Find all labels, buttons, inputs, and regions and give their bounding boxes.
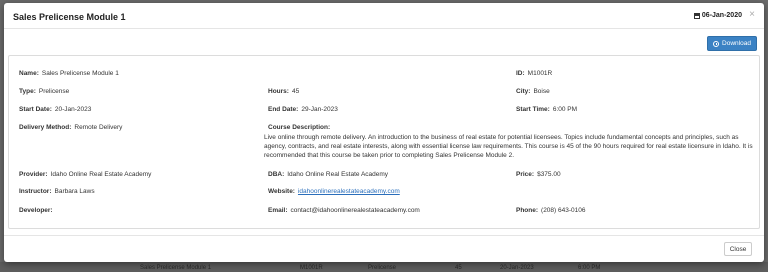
field-id-value: M1001R (527, 70, 553, 77)
field-end-date-value: 29-Jan-2023 (301, 106, 338, 113)
field-instructor-value: Barbara Laws (54, 188, 95, 195)
field-start-time: Start Time: 6:00 PM (516, 106, 577, 113)
field-phone-label: Phone: (516, 207, 539, 214)
download-icon (713, 40, 720, 47)
background-table-row: Sales Prelicense Module 1 M1001R Prelice… (0, 262, 768, 272)
website-link[interactable]: idahoonlinerealestateacademy.com (298, 188, 400, 195)
field-type: Type: Prelicense (19, 88, 69, 95)
field-end-date-label: End Date: (268, 106, 299, 113)
field-phone-value: (208) 643-0106 (541, 207, 586, 214)
field-price: Price: $375.00 (516, 171, 561, 178)
field-start-date-value: 20-Jan-2023 (54, 106, 92, 113)
field-start-time-value: 6:00 PM (552, 106, 578, 113)
field-type-label: Type: (19, 88, 36, 95)
field-name-value: Sales Prelicense Module 1 (41, 70, 119, 77)
field-city: City: Boise (516, 88, 550, 95)
field-developer-label: Developer: (19, 207, 53, 214)
field-city-label: City: (516, 88, 531, 95)
header-date: 06-Jan-2020 (693, 12, 742, 19)
course-details-panel: Name: Sales Prelicense Module 1 ID: M1001R… (8, 55, 760, 229)
field-end-date: End Date: 29-Jan-2023 (268, 106, 338, 113)
field-start-time-label: Start Time: (516, 106, 550, 113)
field-type-value: Prelicense (38, 88, 70, 95)
modal-footer: Close (4, 235, 764, 262)
field-hours-label: Hours: (268, 88, 289, 95)
field-course-description: Course Description: (268, 124, 333, 131)
field-id-label: ID: (516, 70, 525, 77)
field-dba-value: Idaho Online Real Estate Academy (287, 171, 389, 178)
bg-row-date: 20-Jan-2023 (500, 265, 534, 271)
download-label: Download (722, 40, 751, 47)
course-detail-modal: Sales Prelicense Module 1 06-Jan-2020 × … (4, 3, 764, 262)
field-developer: Developer: (19, 207, 56, 214)
modal-title: Sales Prelicense Module 1 (13, 12, 126, 22)
field-phone: Phone: (208) 643-0106 (516, 207, 585, 214)
field-provider: Provider: Idaho Online Real Estate Academ… (19, 171, 151, 178)
field-hours: Hours: 45 (268, 88, 299, 95)
field-dba: DBA: Idaho Online Real Estate Academy (268, 171, 388, 178)
field-price-label: Price: (516, 171, 535, 178)
bg-row-hours: 45 (455, 265, 462, 271)
field-start-date-label: Start Date: (19, 106, 52, 113)
bg-row-id: M1001R (300, 265, 323, 271)
field-provider-label: Provider: (19, 171, 48, 178)
field-name-label: Name: (19, 70, 39, 77)
field-email-value: contact@idahoonlinerealestateacademy.com (290, 207, 420, 214)
field-email-label: Email: (268, 207, 288, 214)
field-id: ID: M1001R (516, 70, 552, 77)
bg-row-name: Sales Prelicense Module 1 (140, 265, 212, 271)
field-delivery-method-label: Delivery Method: (19, 124, 72, 131)
field-instructor-label: Instructor: (19, 188, 52, 195)
download-button[interactable]: Download (707, 36, 757, 51)
field-dba-label: DBA: (268, 171, 285, 178)
field-delivery-method: Delivery Method: Remote Delivery (19, 124, 122, 131)
header-date-text: 06-Jan-2020 (701, 12, 742, 19)
field-price-value: $375.00 (537, 171, 561, 178)
bg-row-time: 6:00 PM (578, 265, 601, 271)
calendar-icon (693, 12, 700, 19)
field-start-date: Start Date: 20-Jan-2023 (19, 106, 91, 113)
course-description-text: Live online through remote delivery. An … (264, 134, 753, 159)
field-delivery-method-value: Remote Delivery (74, 124, 123, 131)
field-name: Name: Sales Prelicense Module 1 (19, 70, 119, 77)
field-city-value: Boise (533, 88, 550, 95)
field-instructor: Instructor: Barbara Laws (19, 188, 95, 195)
field-provider-value: Idaho Online Real Estate Academy (50, 171, 152, 178)
field-website: Website: idahoonlinerealestateacademy.com (268, 188, 400, 195)
close-icon[interactable]: × (749, 10, 755, 20)
field-hours-value: 45 (291, 88, 300, 95)
modal-header: Sales Prelicense Module 1 06-Jan-2020 × (4, 3, 764, 29)
field-website-label: Website: (268, 188, 295, 195)
close-button[interactable]: Close (724, 242, 752, 256)
bg-row-type: Prelicense (368, 265, 397, 271)
field-email: Email: contact@idahoonlinerealestateacade… (268, 207, 420, 214)
field-course-description-label: Course Description: (268, 124, 331, 131)
